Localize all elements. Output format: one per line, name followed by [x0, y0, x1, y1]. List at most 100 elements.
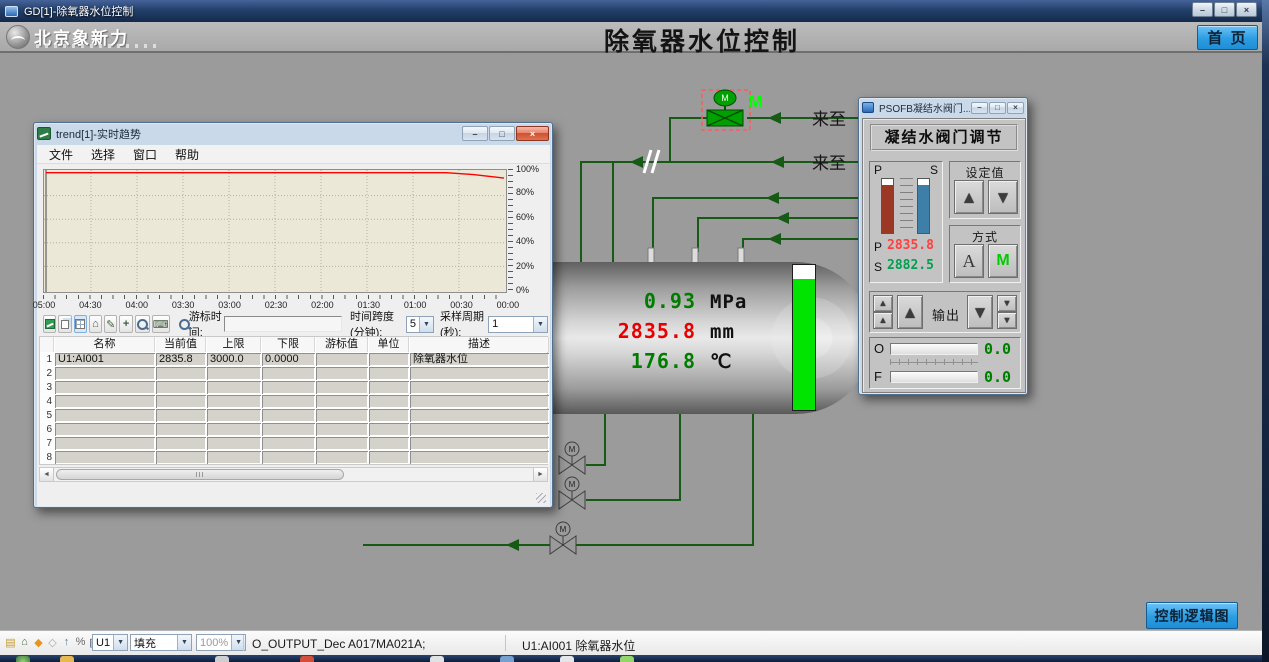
- table-cell[interactable]: [55, 423, 155, 436]
- start-orb-icon[interactable]: [16, 656, 30, 662]
- table-cell[interactable]: [316, 451, 368, 464]
- table-cell[interactable]: [207, 437, 261, 450]
- taskbar-app-icon[interactable]: [60, 656, 74, 662]
- table-cell[interactable]: [369, 451, 409, 464]
- table-cell[interactable]: [410, 437, 549, 450]
- trend-close-button[interactable]: ×: [516, 126, 549, 141]
- resize-grip[interactable]: [536, 493, 546, 503]
- output-down-button[interactable]: ▼: [967, 295, 993, 329]
- table-view-icon[interactable]: [74, 315, 87, 333]
- menu-file[interactable]: 文件: [41, 145, 81, 164]
- table-cell[interactable]: [262, 367, 315, 380]
- timespan-combo[interactable]: 5▼: [406, 316, 434, 333]
- scroll-right-icon[interactable]: ►: [533, 468, 547, 481]
- dialog-minimize-button[interactable]: –: [971, 102, 988, 114]
- open-folder-icon[interactable]: ▤: [4, 634, 17, 650]
- table-cell[interactable]: [156, 409, 206, 422]
- table-cell[interactable]: [410, 423, 549, 436]
- table-cell[interactable]: [410, 409, 549, 422]
- table-cell[interactable]: [55, 409, 155, 422]
- table-cell[interactable]: [369, 353, 409, 366]
- table-cell[interactable]: [316, 367, 368, 380]
- table-cell[interactable]: 3000.0: [207, 353, 261, 366]
- sample-rate-combo[interactable]: 1▼: [488, 316, 548, 333]
- column-header[interactable]: 当前值: [156, 337, 206, 352]
- setpoint-up-button[interactable]: ▲: [954, 180, 984, 214]
- table-cell[interactable]: 除氧器水位: [410, 353, 549, 366]
- table-cell[interactable]: [156, 423, 206, 436]
- table-cell[interactable]: [316, 395, 368, 408]
- table-cell[interactable]: [55, 451, 155, 464]
- new-trend-icon[interactable]: [43, 315, 56, 333]
- chevron-down-icon[interactable]: ▼: [177, 635, 191, 650]
- column-header[interactable]: 下限: [262, 337, 315, 352]
- chevron-down-icon[interactable]: ▼: [533, 317, 547, 332]
- copy-icon[interactable]: [58, 315, 71, 333]
- table-cell[interactable]: [369, 381, 409, 394]
- table-cell[interactable]: [316, 409, 368, 422]
- output-up-button[interactable]: ▲: [897, 295, 923, 329]
- mode-auto-button[interactable]: A: [954, 244, 984, 278]
- table-cell[interactable]: U1:AI001: [55, 353, 155, 366]
- table-cell[interactable]: [316, 353, 368, 366]
- dialog-close-button[interactable]: ×: [1007, 102, 1024, 114]
- column-header[interactable]: [40, 337, 54, 352]
- os-maximize-button[interactable]: □: [1214, 2, 1235, 17]
- percent-scale-icon[interactable]: %: [74, 634, 87, 650]
- control-logic-button[interactable]: 控制逻辑图: [1146, 602, 1238, 629]
- horizontal-scrollbar[interactable]: ◄ ►: [39, 467, 548, 482]
- chevron-down-icon[interactable]: ▼: [419, 317, 433, 332]
- gray-diamond-icon[interactable]: ◇: [46, 634, 59, 650]
- unit-combo[interactable]: U1▼: [92, 634, 128, 651]
- keyboard-icon[interactable]: ⌨: [152, 315, 170, 333]
- dialog-titlebar[interactable]: PSOFB凝结水阀门... – □ ×: [859, 98, 1027, 117]
- table-cell[interactable]: [262, 409, 315, 422]
- trend-maximize-button[interactable]: □: [489, 126, 515, 141]
- table-cell[interactable]: 2835.8: [156, 353, 206, 366]
- zoom-combo[interactable]: 100%▼: [196, 634, 246, 651]
- chevron-down-icon[interactable]: ▼: [113, 635, 127, 650]
- table-cell[interactable]: [316, 381, 368, 394]
- menu-window[interactable]: 窗口: [125, 145, 165, 164]
- table-cell[interactable]: [156, 381, 206, 394]
- table-cell[interactable]: [262, 451, 315, 464]
- table-cell[interactable]: [369, 409, 409, 422]
- table-cell[interactable]: [369, 423, 409, 436]
- table-cell[interactable]: [410, 451, 549, 464]
- mode-manual-button[interactable]: M: [988, 244, 1018, 278]
- table-cell[interactable]: [262, 381, 315, 394]
- trend-titlebar[interactable]: trend[1]-实时趋势 – □ ×: [34, 123, 552, 144]
- table-cell[interactable]: [207, 395, 261, 408]
- pan-move-icon[interactable]: +: [119, 315, 132, 333]
- table-cell[interactable]: [369, 367, 409, 380]
- table-cell[interactable]: [207, 451, 261, 464]
- up-arrow-icon[interactable]: ↑: [60, 634, 73, 650]
- table-cell[interactable]: [156, 395, 206, 408]
- menu-help[interactable]: 帮助: [167, 145, 207, 164]
- table-cell[interactable]: [55, 381, 155, 394]
- taskbar-app-icon[interactable]: [500, 656, 514, 662]
- motor-valve-icon[interactable]: M: [559, 477, 585, 509]
- column-header[interactable]: 单位: [369, 337, 409, 352]
- table-cell[interactable]: [55, 395, 155, 408]
- table-cell[interactable]: [207, 381, 261, 394]
- menu-select[interactable]: 选择: [83, 145, 123, 164]
- scrollbar-thumb[interactable]: [56, 469, 344, 480]
- setpoint-down-button[interactable]: ▼: [988, 180, 1018, 214]
- home-view-icon[interactable]: ⌂: [89, 315, 102, 333]
- home-icon[interactable]: ⌂: [18, 634, 31, 650]
- condensate-motor-valve-icon[interactable]: M: [702, 90, 750, 130]
- trend-minimize-button[interactable]: –: [462, 126, 488, 141]
- table-cell[interactable]: [55, 367, 155, 380]
- dialog-maximize-button[interactable]: □: [989, 102, 1006, 114]
- taskbar-app-icon[interactable]: [560, 656, 574, 662]
- home-button[interactable]: 首 页: [1197, 25, 1258, 50]
- orange-diamond-icon[interactable]: ◆: [32, 634, 45, 650]
- table-cell[interactable]: [156, 437, 206, 450]
- table-cell[interactable]: [316, 423, 368, 436]
- motor-valve-icon[interactable]: M: [559, 442, 585, 474]
- os-titlebar[interactable]: GD[1]-除氧器水位控制 – □ ×: [0, 0, 1269, 22]
- taskbar-app-icon[interactable]: [620, 656, 634, 662]
- table-cell[interactable]: [156, 367, 206, 380]
- column-header[interactable]: 游标值: [316, 337, 368, 352]
